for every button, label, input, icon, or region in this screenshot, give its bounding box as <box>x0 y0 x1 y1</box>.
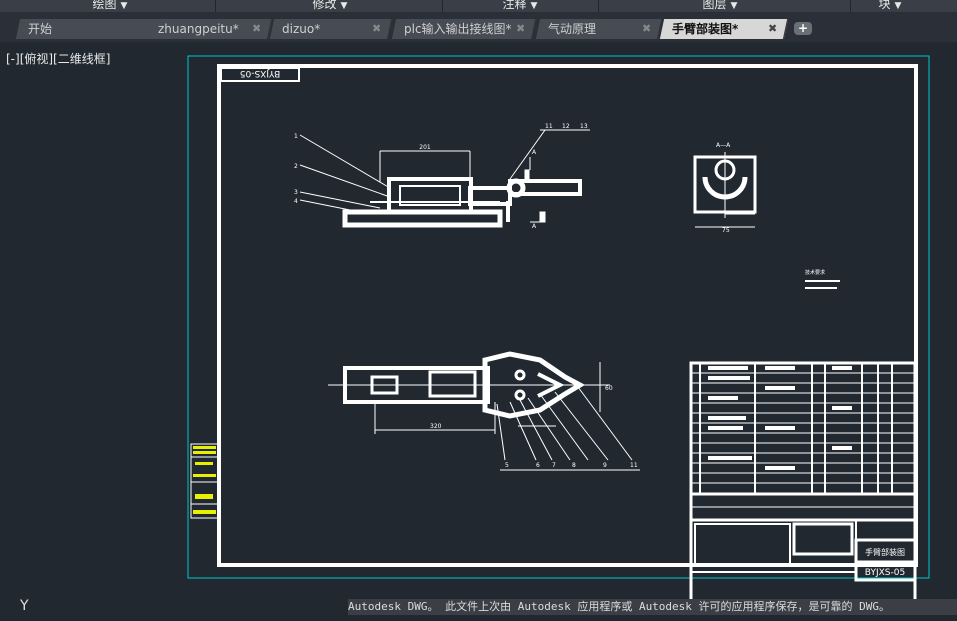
new-tab-button[interactable]: + <box>794 22 812 35</box>
dim-bottom-text: 320 <box>430 423 442 430</box>
technical-notes: 技术要求 <box>805 269 840 289</box>
callout-3: 3 <box>294 189 298 196</box>
cad-drawing: BYJXS-05 201 A A 1 2 3 4 11 12 13 A—A 75… <box>187 55 930 607</box>
layer-markers <box>190 443 219 519</box>
ribbon-panel-block-label: 块 <box>878 0 891 11</box>
callout-12: 12 <box>562 123 570 130</box>
section-view: A—A 75 <box>693 142 757 234</box>
callout-11: 11 <box>545 123 553 130</box>
callout-7: 7 <box>552 462 556 469</box>
svg-text:A: A <box>532 149 537 156</box>
callout-11b: 11 <box>630 462 638 469</box>
close-icon[interactable]: ✖ <box>642 19 651 39</box>
drawing-code: BYJXS-05 <box>865 568 905 578</box>
section-label: A—A <box>716 142 731 149</box>
ribbon-panel-annotate-label: 注释 <box>502 0 527 11</box>
close-icon[interactable]: ✖ <box>516 19 525 39</box>
close-icon[interactable]: ✖ <box>252 19 261 39</box>
callout-4: 4 <box>294 198 298 205</box>
ribbon-panel-annotate[interactable]: 注释 ▼ <box>480 0 560 12</box>
panel-divider <box>215 0 216 12</box>
tab-pneumatic[interactable]: 气动原理 ✖ <box>535 19 663 39</box>
callout-9: 9 <box>603 462 607 469</box>
svg-text:60: 60 <box>605 385 613 392</box>
chevron-down-icon: ▼ <box>120 1 128 11</box>
tab-arm-assembly[interactable]: 手臂部装图* ✖ <box>659 19 789 39</box>
rotated-drawing-code: BYJXS-05 <box>240 68 280 78</box>
ucs-y-axis-label: Y <box>20 598 29 614</box>
ribbon-panel-layers[interactable]: 图层 ▼ <box>680 0 760 12</box>
chevron-down-icon: ▼ <box>340 1 348 11</box>
bom-table <box>689 361 917 496</box>
file-tab-bar: 开始 zhuangpeitu* ✖ dizuo* ✖ plc输入输出接线图* ✖ 气动… <box>0 13 957 42</box>
bottom-view-gripper: 60 320 <box>328 351 640 471</box>
ribbon-panel-layers-label: 图层 <box>702 0 727 11</box>
top-view-assembly: 201 A A <box>299 129 590 230</box>
tab-start[interactable]: 开始 <box>15 19 153 39</box>
chevron-down-icon: ▼ <box>894 1 902 11</box>
callout-5: 5 <box>505 462 509 469</box>
layout-border <box>187 55 930 579</box>
ribbon-panel-modify[interactable]: 修改 ▼ <box>280 0 380 12</box>
chevron-down-icon: ▼ <box>530 1 538 11</box>
panel-divider <box>442 0 443 12</box>
ribbon-panel-block[interactable]: 块 ▼ <box>860 0 920 12</box>
notes-title: 技术要求 <box>805 269 825 276</box>
status-message: Autodesk DWG。 此文件上次由 Autodesk 应用程序或 Auto… <box>348 599 957 615</box>
callout-8: 8 <box>572 462 576 469</box>
callout-2: 2 <box>294 163 298 170</box>
chevron-down-icon: ▼ <box>730 1 738 11</box>
callout-1: 1 <box>294 133 298 140</box>
ribbon-panel-draw-label: 绘图 <box>92 0 117 11</box>
ribbon-panel-bar: 绘图 ▼ 修改 ▼ 注释 ▼ 图层 ▼ 块 ▼ <box>0 0 957 13</box>
panel-divider <box>598 0 599 12</box>
tab-plc-wiring[interactable]: plc输入输出接线图* ✖ <box>391 19 537 39</box>
tab-zhuangpeitu[interactable]: zhuangpeitu* ✖ <box>145 19 273 39</box>
close-icon[interactable]: ✖ <box>372 19 381 39</box>
callout-6: 6 <box>536 462 540 469</box>
drawing-viewport[interactable]: [-][俯视][二维线框] BYJXS-05 201 A A 1 2 3 4 1… <box>0 42 957 621</box>
callout-13: 13 <box>580 123 588 130</box>
panel-divider <box>850 0 851 12</box>
close-icon[interactable]: ✖ <box>768 19 777 39</box>
drawing-name: 手臂部装图 <box>865 547 905 557</box>
tab-dizuo[interactable]: dizuo* ✖ <box>269 19 393 39</box>
tab-start-label: 开始 <box>28 22 53 36</box>
title-block: 手臂部装图 BYJXS-05 <box>689 494 917 607</box>
bottom-callouts: 5 6 7 8 9 11 <box>505 462 638 469</box>
ribbon-panel-draw[interactable]: 绘图 ▼ <box>60 0 160 12</box>
dim-section-text: 75 <box>722 227 730 234</box>
ribbon-panel-modify-label: 修改 <box>312 0 337 11</box>
dim-top-text: 201 <box>419 144 431 151</box>
svg-text:A: A <box>532 223 537 230</box>
tab-plc-wiring-label: plc输入输出接线图* <box>404 22 512 36</box>
